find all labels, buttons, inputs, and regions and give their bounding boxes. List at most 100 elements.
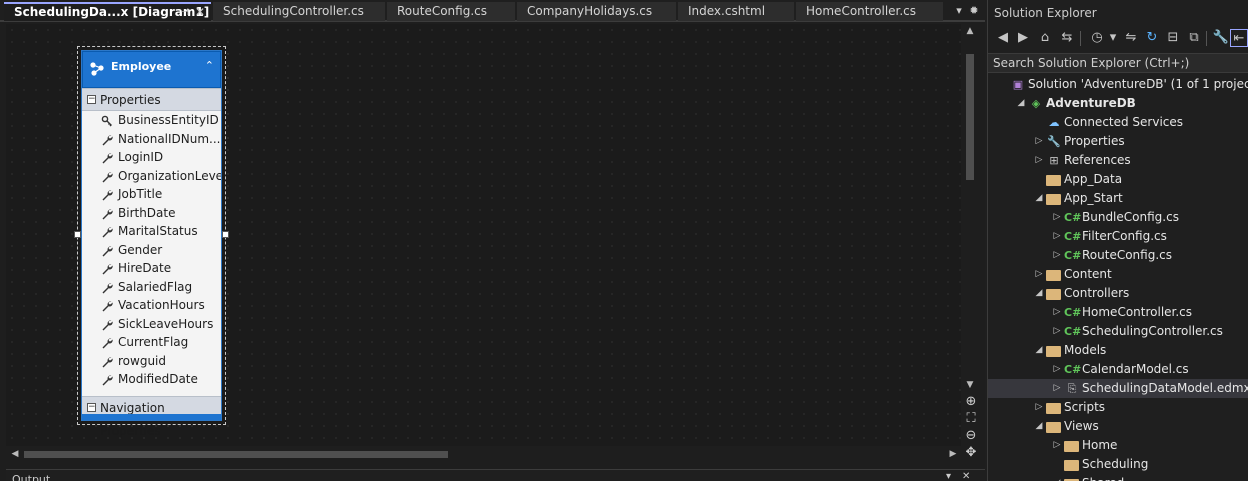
close-icon[interactable]: ✕ — [962, 471, 970, 481]
tab-home-controller[interactable]: HomeController.cs — [796, 2, 943, 21]
entity-header[interactable]: Employee ⌃ — [82, 51, 221, 88]
collapsed-arrow-icon[interactable]: ▷ — [1034, 132, 1044, 151]
tree-item[interactable]: ▷ C# CalendarModel.cs — [988, 360, 1248, 379]
zoom-out-icon[interactable]: ⊖ — [963, 428, 979, 444]
collapse-box-icon[interactable]: − — [87, 403, 96, 412]
collapsed-arrow-icon[interactable]: ▷ — [1052, 208, 1062, 227]
tree-item[interactable]: ▷ ⎘ SchedulingDataModel.edmx — [988, 379, 1248, 398]
tree-item[interactable]: ▷ C# BundleConfig.cs — [988, 208, 1248, 227]
collapsed-arrow-icon[interactable]: ▷ — [1034, 151, 1044, 170]
close-icon[interactable]: ✕ — [195, 4, 205, 21]
tree-item[interactable]: ◢ App_Start — [988, 189, 1248, 208]
zoom-in-icon[interactable]: ⊕ — [963, 394, 979, 410]
entity-property[interactable]: SalariedFlag — [82, 278, 221, 297]
tree-item[interactable]: ▷ C# RouteConfig.cs — [988, 246, 1248, 265]
entity-property[interactable]: Gender — [82, 241, 221, 260]
forward-icon[interactable]: ▶ — [1014, 29, 1032, 47]
expanded-arrow-icon[interactable]: ◢ — [1034, 417, 1044, 436]
entity-property[interactable]: ModifiedDate — [82, 370, 221, 389]
tree-item[interactable]: App_Data — [988, 170, 1248, 189]
tree-item[interactable]: ▷ 🔧 Properties — [988, 132, 1248, 151]
expanded-arrow-icon[interactable]: ◢ — [1034, 189, 1044, 208]
entity-property[interactable]: OrganizationLevel — [82, 167, 221, 186]
dropdown-icon[interactable]: ▾ — [946, 471, 951, 481]
sync-icon[interactable]: ⇋ — [1122, 29, 1140, 47]
expanded-arrow-icon[interactable]: ◢ — [1016, 94, 1026, 113]
tab-index-cshtml[interactable]: Index.cshtml — [678, 2, 794, 21]
vertical-scroll-thumb[interactable] — [966, 54, 974, 180]
entity-property[interactable]: NationalIDNum... — [82, 130, 221, 149]
tree-item[interactable]: Scheduling — [988, 455, 1248, 474]
entity-property[interactable]: MaritalStatus — [82, 222, 221, 241]
tree-item[interactable]: ◢ Controllers — [988, 284, 1248, 303]
collapsed-arrow-icon[interactable]: ▷ — [1052, 360, 1062, 379]
expanded-arrow-icon[interactable]: ◢ — [1034, 284, 1044, 303]
tab-scheduling-diagram[interactable]: SchedulingDa...x [Diagram1] ⊣ ✕ — [4, 2, 211, 21]
tree-item[interactable]: ▷ Home — [988, 436, 1248, 455]
collapsed-arrow-icon[interactable]: ▷ — [1052, 322, 1062, 341]
entity-property[interactable]: LoginID — [82, 148, 221, 167]
entity-property[interactable]: HireDate — [82, 259, 221, 278]
tree-item[interactable]: ▷ C# FilterConfig.cs — [988, 227, 1248, 246]
entity-employee[interactable]: Employee ⌃ − Properties BusinessEntityID… — [74, 46, 229, 438]
expanded-arrow-icon[interactable]: ◢ — [1034, 341, 1044, 360]
collapse-all-icon[interactable]: ⊟ — [1164, 29, 1182, 47]
switch-views-icon[interactable]: ⇆ — [1058, 29, 1076, 47]
output-panel-header[interactable]: Output ▾ ✕ — [6, 469, 985, 481]
tree-item[interactable]: ◢ Views — [988, 417, 1248, 436]
tab-scheduling-controller[interactable]: SchedulingController.cs — [213, 2, 385, 21]
entity-property[interactable]: JobTitle — [82, 185, 221, 204]
collapsed-arrow-icon[interactable]: ▷ — [1052, 246, 1062, 265]
tree-item[interactable]: ▷ Scripts — [988, 398, 1248, 417]
horizontal-scrollbar[interactable]: ◀ ▶ — [6, 446, 961, 462]
resize-handle-left[interactable] — [74, 231, 81, 238]
collapsed-arrow-icon[interactable]: ▷ — [1052, 227, 1062, 246]
chevron-down-icon[interactable]: ▾ — [1104, 29, 1122, 47]
solution-search-box[interactable] — [988, 53, 1248, 73]
entity-property[interactable]: BusinessEntityID — [82, 111, 221, 130]
chevron-up-icon[interactable]: ⌃ — [205, 59, 214, 72]
tree-item[interactable]: ▷ ⊞ References — [988, 151, 1248, 170]
tab-route-config[interactable]: RouteConfig.cs — [387, 2, 515, 21]
resize-handle-right[interactable] — [222, 231, 229, 238]
gear-icon[interactable]: ✹ — [967, 3, 981, 19]
horizontal-scroll-thumb[interactable] — [24, 451, 448, 458]
tab-company-holidays[interactable]: CompanyHolidays.cs — [517, 2, 676, 21]
tree-item[interactable]: ☁ Connected Services — [988, 113, 1248, 132]
scroll-right-icon[interactable]: ▶ — [946, 449, 960, 459]
collapsed-arrow-icon[interactable]: ▷ — [1052, 379, 1062, 398]
collapsed-arrow-icon[interactable]: ▷ — [1052, 436, 1062, 455]
tree-item[interactable]: ◢ Models — [988, 341, 1248, 360]
back-icon[interactable]: ◀ — [994, 29, 1012, 47]
vertical-scrollbar[interactable]: ▲ ▼ — [963, 24, 977, 446]
preview-selected-icon[interactable]: ⇤ — [1230, 29, 1248, 47]
entity-property[interactable]: BirthDate — [82, 204, 221, 223]
tree-item[interactable]: ▷ C# SchedulingController.cs — [988, 322, 1248, 341]
wrench-icon[interactable]: 🔧 — [1212, 29, 1230, 47]
tab-list-dropdown-icon[interactable]: ▾ — [952, 3, 966, 19]
tree-item[interactable]: ▷ C# HomeController.cs — [988, 303, 1248, 322]
entity-property[interactable]: SickLeaveHours — [82, 315, 221, 334]
tree-item[interactable]: ◢ ◈ AdventureDB — [988, 94, 1248, 113]
entity-property[interactable]: CurrentFlag — [82, 333, 221, 352]
refresh-icon[interactable]: ↻ — [1143, 29, 1161, 47]
tree-item[interactable]: ▣ Solution 'AdventureDB' (1 of 1 project) — [988, 75, 1248, 94]
scroll-left-icon[interactable]: ◀ — [8, 449, 22, 459]
collapsed-arrow-icon[interactable]: ▷ — [1034, 398, 1044, 417]
tree-item[interactable]: ▷ Content — [988, 265, 1248, 284]
properties-section-header[interactable]: − Properties — [82, 88, 221, 111]
show-all-files-icon[interactable]: ⧉ — [1185, 29, 1203, 47]
solution-search-input[interactable] — [988, 54, 1248, 72]
collapse-box-icon[interactable]: − — [87, 95, 96, 104]
entity-property[interactable]: VacationHours — [82, 296, 221, 315]
scroll-up-icon[interactable]: ▲ — [963, 26, 977, 36]
zoom-fit-icon[interactable]: ⛶ — [963, 411, 979, 427]
collapsed-arrow-icon[interactable]: ▷ — [1052, 303, 1062, 322]
expanded-arrow-icon[interactable]: ◢ — [1052, 474, 1062, 481]
pan-icon[interactable]: ✥ — [963, 445, 979, 461]
home-icon[interactable]: ⌂ — [1036, 29, 1054, 47]
collapsed-arrow-icon[interactable]: ▷ — [1034, 265, 1044, 284]
entity-property[interactable]: rowguid — [82, 352, 221, 371]
scroll-down-icon[interactable]: ▼ — [963, 380, 977, 390]
pin-icon[interactable]: ⊣ — [180, 4, 189, 21]
